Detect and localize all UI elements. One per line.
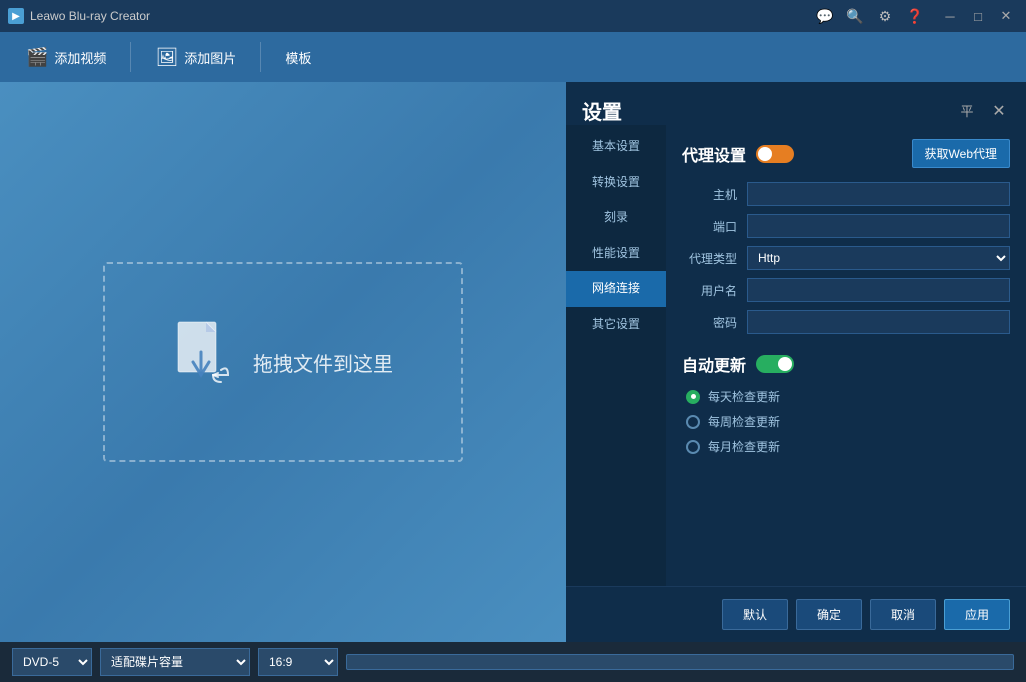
title-bar: ▶ Leawo Blu-ray Creator 💬 🔍 ⚙ ❓ ─ □ ✕ — [0, 0, 1026, 32]
cancel-button[interactable]: 取消 — [870, 599, 936, 630]
update-frequency-group: 每天检查更新 每周检查更新 每月检查更新 — [686, 388, 1010, 455]
daily-radio[interactable] — [686, 390, 700, 404]
add-video-label: 添加视频 — [54, 48, 106, 67]
monthly-radio[interactable] — [686, 440, 700, 454]
username-row: 用户名 — [682, 278, 1010, 302]
minimize-button[interactable]: ─ — [938, 6, 962, 26]
proxy-title-area: 代理设置 — [682, 142, 794, 166]
get-web-proxy-button[interactable]: 获取Web代理 — [912, 139, 1010, 168]
app-title: Leawo Blu-ray Creator — [30, 9, 814, 23]
auto-update-toggle[interactable] — [756, 355, 794, 373]
weekly-radio-item[interactable]: 每周检查更新 — [686, 413, 1010, 430]
proxy-type-label: 代理类型 — [682, 250, 747, 267]
host-input[interactable] — [747, 182, 1010, 206]
add-video-icon: 🎬 — [26, 47, 48, 68]
monthly-radio-item[interactable]: 每月检查更新 — [686, 438, 1010, 455]
nav-basic[interactable]: 基本设置 — [566, 129, 666, 165]
main-area: 拖拽文件到这里 设置 平 ✕ 基本设置 转换设置 刻录 性能设置 网络连接 其它… — [0, 82, 1026, 642]
password-label: 密码 — [682, 314, 747, 331]
username-input[interactable] — [747, 278, 1010, 302]
proxy-header: 代理设置 获取Web代理 — [682, 139, 1010, 168]
drop-zone[interactable]: 拖拽文件到这里 — [103, 262, 463, 462]
settings-footer: 默认 确定 取消 应用 — [566, 586, 1026, 642]
nav-convert[interactable]: 转换设置 — [566, 165, 666, 201]
panel-pin-button[interactable]: 平 — [956, 100, 978, 122]
proxy-type-select[interactable]: Http Socks4 Socks5 — [747, 246, 1010, 270]
auto-update-title: 自动更新 — [682, 352, 746, 376]
daily-radio-item[interactable]: 每天检查更新 — [686, 388, 1010, 405]
auto-update-toggle-thumb — [778, 357, 792, 371]
proxy-toggle-track[interactable] — [756, 145, 794, 163]
port-label: 端口 — [682, 218, 747, 235]
apply-button[interactable]: 应用 — [944, 599, 1010, 630]
settings-nav: 基本设置 转换设置 刻录 性能设置 网络连接 其它设置 — [566, 125, 666, 586]
default-button[interactable]: 默认 — [722, 599, 788, 630]
settings-content: 代理设置 获取Web代理 主机 端口 — [666, 125, 1026, 586]
nav-other[interactable]: 其它设置 — [566, 307, 666, 343]
weekly-radio[interactable] — [686, 415, 700, 429]
message-icon[interactable]: 💬 — [814, 5, 836, 27]
fit-disc-select[interactable]: 适配碟片容量 — [100, 648, 250, 676]
search-icon[interactable]: 🔍 — [844, 5, 866, 27]
proxy-toggle[interactable] — [756, 145, 794, 163]
add-video-button[interactable]: 🎬 添加视频 — [12, 41, 120, 74]
template-button[interactable]: 模板 — [271, 42, 325, 73]
aspect-ratio-select[interactable]: 16:9 4:3 — [258, 648, 338, 676]
panel-close-button[interactable]: ✕ — [988, 100, 1010, 122]
daily-radio-inner — [691, 394, 696, 399]
password-row: 密码 — [682, 310, 1010, 334]
add-image-button[interactable]: 🖼 添加图片 — [141, 41, 250, 74]
settings-panel: 设置 平 ✕ 基本设置 转换设置 刻录 性能设置 网络连接 其它设置 — [566, 82, 1026, 642]
proxy-section-title: 代理设置 — [682, 142, 746, 166]
maximize-button[interactable]: □ — [966, 6, 990, 26]
host-row: 主机 — [682, 182, 1010, 206]
toolbar: 🎬 添加视频 🖼 添加图片 模板 — [0, 32, 1026, 82]
bottom-bar: DVD-5 DVD-9 BD-25 BD-50 适配碟片容量 16:9 4:3 — [0, 642, 1026, 682]
toolbar-divider — [130, 42, 131, 72]
host-label: 主机 — [682, 186, 747, 203]
proxy-type-row: 代理类型 Http Socks4 Socks5 — [682, 246, 1010, 270]
nav-network[interactable]: 网络连接 — [566, 271, 666, 307]
monthly-label: 每月检查更新 — [708, 438, 780, 455]
settings-icon[interactable]: ⚙ — [874, 5, 896, 27]
username-label: 用户名 — [682, 282, 747, 299]
toolbar-divider2 — [260, 42, 261, 72]
nav-burn[interactable]: 刻录 — [566, 200, 666, 236]
drop-icon — [173, 320, 233, 404]
port-row: 端口 — [682, 214, 1010, 238]
add-image-label: 添加图片 — [184, 48, 236, 67]
app-icon: ▶ — [8, 8, 24, 24]
close-button[interactable]: ✕ — [994, 6, 1018, 26]
add-image-icon: 🖼 — [155, 47, 178, 68]
port-input[interactable] — [747, 214, 1010, 238]
content-panel: 拖拽文件到这里 — [0, 82, 566, 642]
nav-performance[interactable]: 性能设置 — [566, 236, 666, 272]
title-bar-icons: 💬 🔍 ⚙ ❓ — [814, 5, 926, 27]
template-label: 模板 — [285, 48, 311, 67]
auto-update-header: 自动更新 — [682, 352, 1010, 376]
settings-title: 设置 — [582, 96, 622, 125]
drop-text: 拖拽文件到这里 — [253, 348, 393, 377]
window-controls: ─ □ ✕ — [938, 6, 1018, 26]
help-icon[interactable]: ❓ — [904, 5, 926, 27]
disc-type-select[interactable]: DVD-5 DVD-9 BD-25 BD-50 — [12, 648, 92, 676]
weekly-label: 每周检查更新 — [708, 413, 780, 430]
confirm-button[interactable]: 确定 — [796, 599, 862, 630]
password-input[interactable] — [747, 310, 1010, 334]
progress-bar — [346, 654, 1014, 670]
proxy-toggle-thumb — [758, 147, 772, 161]
settings-body: 基本设置 转换设置 刻录 性能设置 网络连接 其它设置 代理设置 — [566, 125, 1026, 586]
daily-label: 每天检查更新 — [708, 388, 780, 405]
